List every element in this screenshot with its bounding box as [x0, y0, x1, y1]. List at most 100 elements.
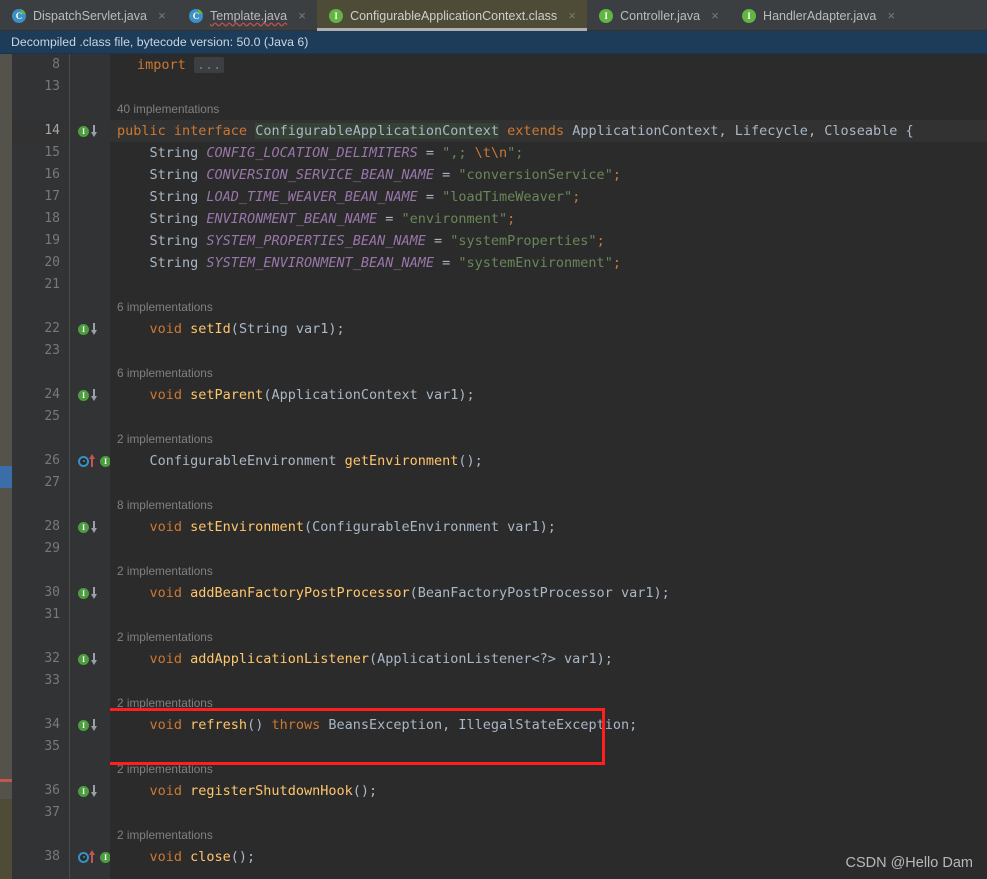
line-number: 34 — [44, 717, 60, 732]
interface-badge-icon: I — [78, 719, 90, 731]
code-token: throws — [271, 717, 329, 733]
close-icon[interactable]: × — [709, 9, 721, 22]
code-token: SYSTEM_ENVIRONMENT_BEAN_NAME — [206, 255, 434, 271]
line-number: 17 — [44, 189, 60, 204]
gutter-markers-row: I — [70, 582, 110, 604]
line-number: 20 — [44, 255, 60, 270]
code-line: ConfigurableEnvironment getEnvironment()… — [110, 450, 987, 472]
close-icon[interactable]: × — [156, 9, 168, 22]
implemented-by-icon[interactable]: I — [78, 652, 99, 666]
editor-tab-2[interactable]: C Template.java × — [177, 0, 317, 31]
code-line: void setParent(ApplicationContext var1); — [110, 384, 987, 406]
gutter-markers-row: I — [70, 516, 110, 538]
implemented-by-icon[interactable]: I — [78, 322, 99, 336]
stripe-mark-selection[interactable] — [0, 466, 12, 488]
line-number-gutter[interactable]: 8 13 14 15 16 17 18 19 20 21 22 23 24 25 26 27 28 29 30 31 3… — [12, 54, 70, 879]
code-line: void registerShutdownHook(); — [110, 780, 987, 802]
code-token: setId — [190, 321, 231, 337]
code-token: ... — [193, 57, 225, 73]
editor-tab-label: Template.java — [209, 8, 288, 23]
line-number: 32 — [44, 651, 60, 666]
gutter-markers-row: I — [70, 714, 110, 736]
gutter-markers-row — [70, 670, 110, 692]
code-token: ; — [596, 233, 605, 249]
code-token: import — [137, 57, 194, 73]
implementations-inlay-hint: 6 implementations — [117, 366, 213, 380]
code-token: , — [442, 717, 459, 733]
code-token: ConfigurableEnvironment — [312, 519, 500, 535]
code-token: \t\n — [474, 145, 508, 161]
implementations-inlay-hint: 2 implementations — [117, 630, 213, 644]
gutter-markers-row — [70, 296, 110, 318]
error-stripe-scrollbar[interactable] — [0, 54, 12, 879]
editor-tab-5[interactable]: I HandlerAdapter.java × — [730, 0, 906, 31]
line-number: 21 — [44, 277, 60, 292]
code-token: void — [149, 585, 191, 601]
interface-badge-icon: I — [78, 521, 90, 533]
implemented-by-icon[interactable]: I — [78, 388, 99, 402]
code-token: LOAD_TIME_WEAVER_BEAN_NAME — [206, 189, 418, 205]
implementations-inlay-hint: 2 implementations — [117, 696, 213, 710]
code-token: "conversionService" — [458, 167, 613, 183]
gutter-markers-row: I — [70, 318, 110, 340]
code-token: getEnvironment — [344, 453, 459, 469]
gutter-markers-row — [70, 538, 110, 560]
line-number: 36 — [44, 783, 60, 798]
close-icon[interactable]: × — [885, 9, 897, 22]
code-token: String — [149, 255, 207, 271]
code-token: { — [897, 123, 914, 139]
code-token: interface — [173, 123, 256, 139]
code-token: void — [149, 651, 191, 667]
editor-tab-1[interactable]: C DispatchServlet.java × — [0, 0, 177, 31]
gutter-markers-row — [70, 736, 110, 758]
gutter-markers-row — [70, 252, 110, 274]
code-line: void setEnvironment(ConfigurableEnvironm… — [110, 516, 987, 538]
implemented-by-icon[interactable]: I — [78, 520, 99, 534]
ide-editor-window: C DispatchServlet.java × C Template.java × I Co… — [0, 0, 987, 879]
arrow-down-icon — [90, 718, 99, 732]
code-line: String CONVERSION_SERVICE_BEAN_NAME = "c… — [110, 164, 987, 186]
editor-tab-3[interactable]: I ConfigurableApplicationContext.class × — [317, 0, 588, 31]
code-token: = — [417, 145, 443, 161]
code-token: = — [425, 233, 451, 249]
stripe-mark-error[interactable] — [0, 779, 12, 782]
code-token: BeansException — [328, 717, 443, 733]
code-token: Closeable — [824, 123, 898, 139]
code-line: String ENVIRONMENT_BEAN_NAME = "environm… — [110, 208, 987, 230]
scrollbar-thumb[interactable] — [0, 54, 12, 799]
implemented-by-icon[interactable]: I — [78, 718, 99, 732]
arrow-down-icon — [90, 388, 99, 402]
editor-tab-4[interactable]: I Controller.java × — [587, 0, 730, 31]
close-icon[interactable]: × — [566, 9, 578, 22]
implemented-by-icon[interactable]: I — [78, 124, 99, 138]
code-token: String — [149, 189, 207, 205]
overrides-method-icon[interactable] — [78, 850, 97, 864]
line-number: 18 — [44, 211, 60, 226]
code-token: public — [117, 123, 174, 139]
overrides-method-icon[interactable] — [78, 454, 97, 468]
gutter-markers-row — [70, 54, 110, 76]
code-token: String — [149, 167, 207, 183]
code-token: SYSTEM_PROPERTIES_BEAN_NAME — [206, 233, 426, 249]
implementations-inlay-hint: 2 implementations — [117, 762, 213, 776]
gutter-marker-column[interactable]: I I I I I I I I I I — [70, 54, 119, 879]
gutter-markers-row — [70, 472, 110, 494]
close-icon[interactable]: × — [296, 9, 308, 22]
code-line: String LOAD_TIME_WEAVER_BEAN_NAME = "loa… — [110, 186, 987, 208]
code-line: +import ... — [110, 54, 987, 76]
gutter-markers-row — [70, 406, 110, 428]
implemented-by-icon[interactable]: I — [78, 586, 99, 600]
gutter-markers-row — [70, 230, 110, 252]
gutter-markers-row — [70, 362, 110, 384]
code-content-area[interactable]: +import ... 40 implementations public inte… — [110, 54, 987, 879]
line-number: 24 — [44, 387, 60, 402]
code-token: "systemEnvironment" — [458, 255, 613, 271]
arrow-down-icon — [90, 784, 99, 798]
code-token: close — [190, 849, 231, 865]
gutter-spacer — [12, 560, 69, 582]
implemented-by-icon[interactable]: I — [78, 784, 99, 798]
code-token: var1); — [287, 321, 345, 337]
gutter-markers-row: I — [70, 120, 110, 142]
